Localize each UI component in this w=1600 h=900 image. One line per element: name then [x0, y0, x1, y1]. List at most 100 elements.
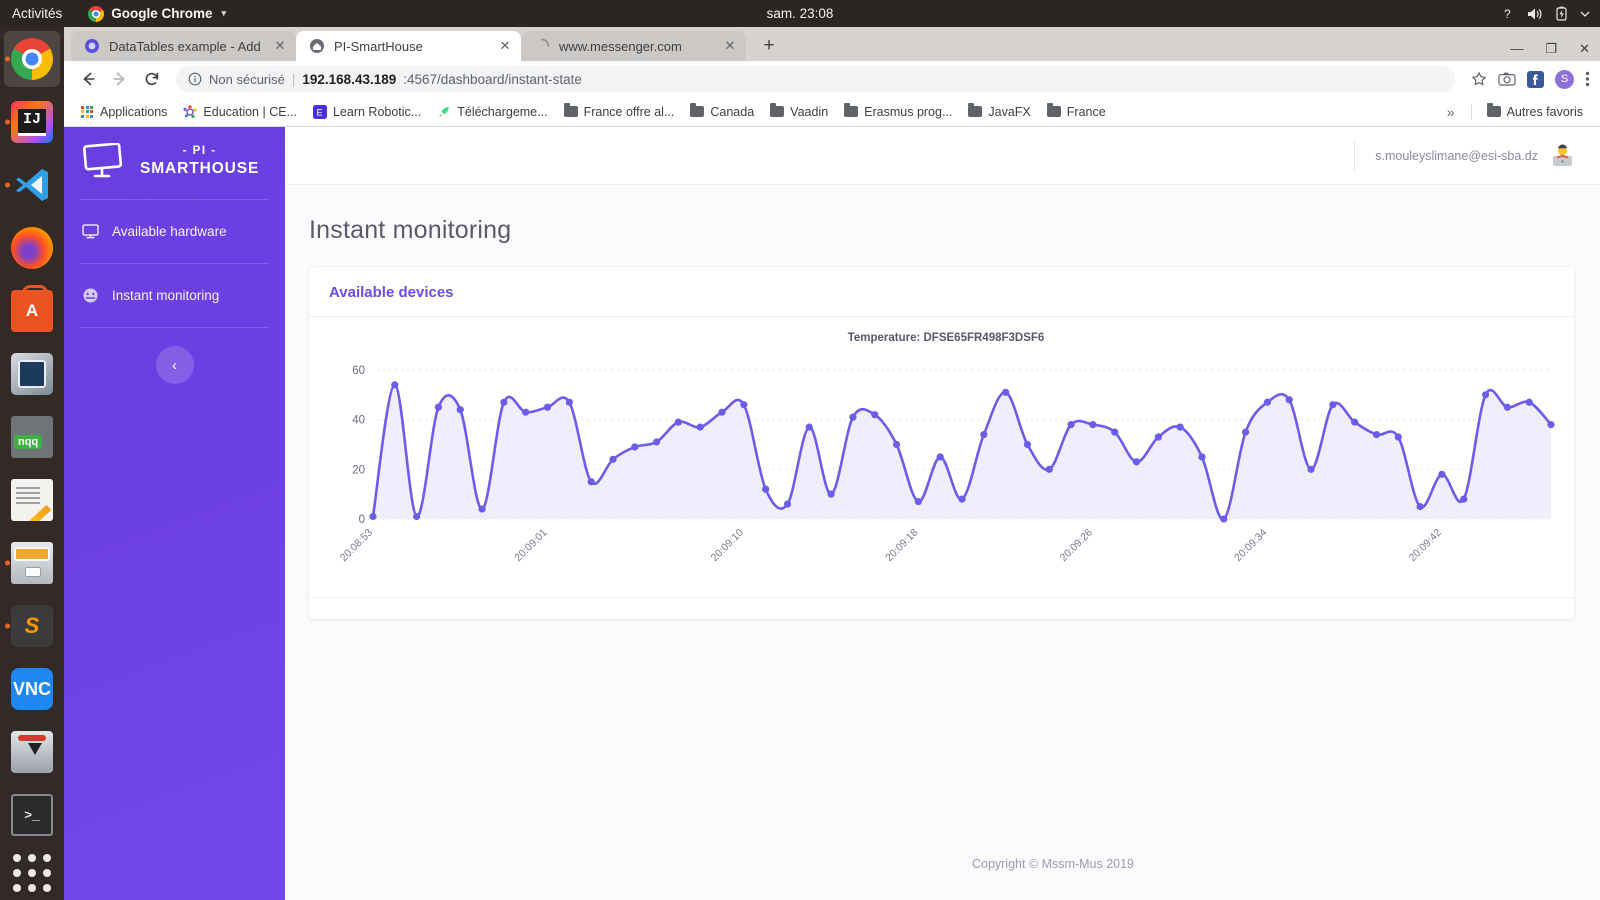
battery-icon[interactable] [1556, 6, 1567, 21]
bookmark-javafx[interactable]: JavaFX [961, 102, 1037, 122]
dock-item-notepadqq[interactable]: nqq [4, 409, 60, 465]
bookmark-telechargement[interactable]: Téléchargeme... [430, 102, 554, 122]
tab-title: PI-SmartHouse [334, 38, 423, 54]
bookmark-erasmus[interactable]: Erasmus prog... [837, 102, 959, 122]
svg-text:E: E [316, 107, 322, 117]
folder-icon [563, 103, 578, 117]
copyright-text: Copyright © Mssm-Mus 2019 [971, 857, 1135, 871]
messenger-loading-icon [541, 38, 550, 47]
ubuntu-top-bar: Activités Google Chrome ▾ sam. 23:08 ? [0, 0, 1600, 27]
browser-tab-pi-smarthouse[interactable]: PI-SmartHouse ✕ [296, 31, 521, 61]
browser-tab-messenger[interactable]: www.messenger.com ✕ [521, 31, 746, 61]
svg-text:20:08:53: 20:08:53 [338, 527, 375, 564]
sublime-glyph: S [24, 613, 40, 638]
svg-text:Temperature: DFSE65FR498F3DSF6: Temperature: DFSE65FR498F3DSF6 [848, 332, 1045, 344]
close-icon[interactable]: ✕ [498, 38, 512, 54]
forward-button[interactable] [106, 65, 134, 93]
sidebar-item-instant-monitoring[interactable]: Instant monitoring [64, 274, 285, 317]
svg-text:20:09:10: 20:09:10 [709, 527, 746, 564]
file-manager-icon [11, 542, 53, 584]
dock-item-terminal[interactable]: >_ [4, 787, 60, 843]
chevron-down-icon[interactable] [1580, 10, 1590, 18]
collapse-sidebar-button[interactable]: ‹ [155, 346, 194, 384]
new-tab-button[interactable]: + [756, 35, 782, 57]
running-indicator [5, 56, 10, 62]
divider [80, 327, 269, 328]
browser-tab-datatables[interactable]: DataTables example - Add ✕ [71, 31, 296, 61]
dock-item-intellij-idea[interactable]: IJ [4, 94, 60, 150]
temperature-line-chart[interactable]: Temperature: DFSE65FR498F3DSF6 0 20 40 60 20:… [329, 331, 1563, 581]
svg-text:20:09:26: 20:09:26 [1058, 527, 1095, 564]
dock-item-visual-studio-code[interactable] [4, 157, 60, 213]
bookmark-education[interactable]: Education | CE... [176, 102, 304, 122]
bookmark-france-offre[interactable]: France offre al... [557, 102, 682, 122]
chart-area[interactable]: Temperature: DFSE65FR498F3DSF6 0 20 40 60 20:… [309, 317, 1574, 597]
dock-item-file-manager[interactable] [4, 535, 60, 591]
svg-text:0: 0 [359, 514, 365, 526]
dock-item-ubuntu-software[interactable]: A [4, 283, 60, 339]
dock-item-transmission[interactable] [4, 724, 60, 780]
grid-dot [43, 884, 51, 892]
show-applications-button[interactable] [13, 854, 51, 892]
intellij-glyph: IJ [17, 108, 46, 136]
dock-item-notes[interactable] [4, 472, 60, 528]
profile-avatar[interactable]: S [1555, 69, 1574, 89]
brand-logo[interactable]: - PI - SMARTHOUSE [64, 127, 285, 189]
reload-button[interactable] [138, 65, 166, 93]
rocket-icon [439, 106, 450, 117]
minimize-button[interactable]: — [1510, 42, 1523, 55]
dock-item-vnc-viewer[interactable]: VNC [4, 661, 60, 717]
terminal-glyph: >_ [24, 807, 40, 823]
bookmark-applications[interactable]: Applications [74, 102, 174, 122]
bookmark-learn-robotics[interactable]: E Learn Robotic... [306, 102, 428, 122]
vnc-glyph: VNC [12, 678, 51, 699]
maximize-button[interactable]: ❐ [1545, 42, 1557, 55]
close-icon[interactable]: ✕ [273, 38, 287, 54]
dock-item-firefox[interactable] [4, 220, 60, 276]
help-icon[interactable]: ? [1501, 7, 1514, 21]
close-icon[interactable]: ✕ [723, 38, 737, 54]
bookmark-france[interactable]: France [1040, 102, 1113, 122]
ubuntu-software-icon: A [11, 285, 53, 332]
system-tray[interactable]: ? [1501, 6, 1590, 21]
bookmarks-overflow-button[interactable]: » [1439, 104, 1463, 120]
bookmark-vaadin[interactable]: Vaadin [763, 102, 835, 122]
tab-strip: DataTables example - Add ✕ PI-SmartHouse… [64, 27, 1600, 61]
menu-kebab-icon[interactable] [1585, 70, 1590, 88]
svg-text:20:09:42: 20:09:42 [1407, 527, 1444, 564]
url-path: :4567/dashboard/instant-state [403, 71, 582, 87]
grid-dot [28, 869, 36, 877]
brand-top-label: - PI - [182, 145, 217, 158]
bookmark-label: JavaFX [988, 104, 1031, 119]
activities-button[interactable]: Activités [12, 6, 62, 21]
running-indicator [5, 623, 10, 629]
system-clock[interactable]: sam. 23:08 [767, 6, 834, 21]
svg-text:?: ? [1504, 7, 1511, 21]
back-button[interactable] [74, 65, 102, 93]
dock-item-google-chrome[interactable] [4, 31, 60, 87]
terminal-icon: >_ [11, 794, 53, 836]
dock-item-sublime-text[interactable]: S [4, 598, 60, 654]
bookmark-canada[interactable]: Canada [683, 102, 761, 122]
address-bar[interactable]: Non sécurisé | 192.168.43.189:4567/dashb… [176, 66, 1455, 92]
facebook-icon[interactable] [1527, 70, 1544, 88]
vnc-icon: VNC [11, 668, 53, 710]
volume-icon[interactable] [1527, 7, 1543, 21]
svg-text:20:09:34: 20:09:34 [1232, 527, 1269, 564]
app-menu-button[interactable]: Google Chrome ▾ [88, 5, 226, 22]
divider [80, 199, 269, 200]
svg-text:20: 20 [352, 464, 365, 476]
sidebar-item-available-hardware[interactable]: Available hardware [64, 210, 285, 253]
brand-text: - PI - SMARTHOUSE [140, 144, 259, 178]
svg-text:20:09:01: 20:09:01 [512, 527, 549, 564]
camera-icon[interactable] [1498, 71, 1516, 87]
dock-item-virtualbox[interactable] [4, 346, 60, 402]
smarthouse-icon [310, 39, 324, 53]
folder-icon [770, 103, 785, 117]
bookmark-other-favorites[interactable]: Autres favoris [1480, 102, 1590, 122]
star-icon[interactable] [1471, 71, 1487, 87]
nqq-glyph: nqq [14, 435, 43, 449]
close-window-button[interactable]: ✕ [1579, 42, 1590, 55]
user-avatar-icon[interactable] [1551, 144, 1574, 167]
bookmark-label: Applications [100, 104, 168, 119]
